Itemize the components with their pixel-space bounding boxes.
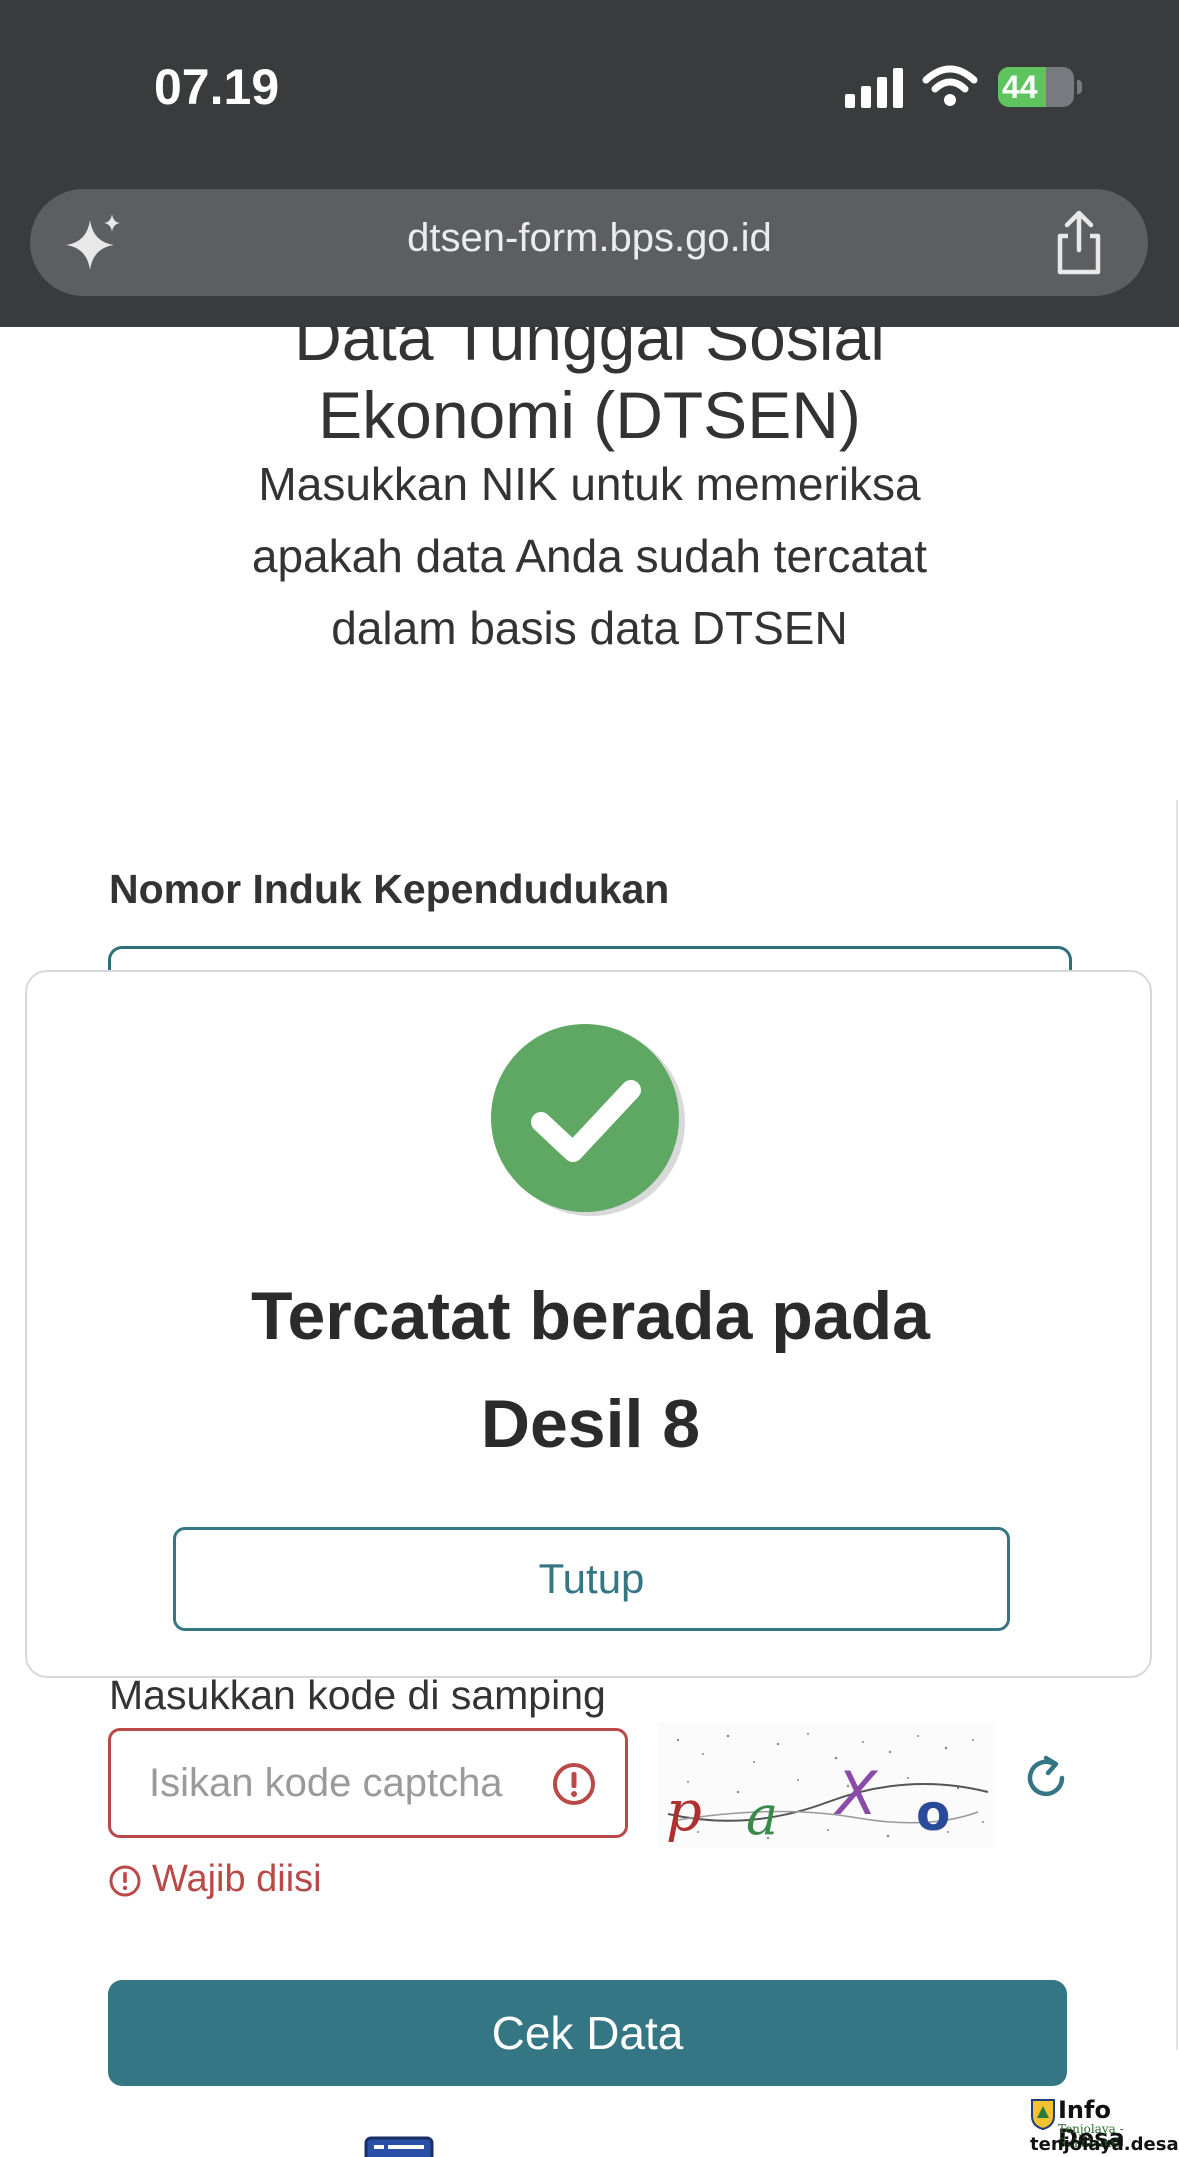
captcha-char-2: a	[746, 1784, 778, 1847]
url-text[interactable]: dtsen-form.bps.go.id	[0, 216, 1179, 261]
subtitle-line1: Masukkan NIK untuk memeriksa	[258, 458, 921, 510]
watermark-url: tenjolaya.desa.id	[1030, 2134, 1179, 2155]
watermark: Info Desa Tenjolaya - Sukabumi tenjolaya…	[1028, 2096, 1179, 2156]
error-icon	[109, 1865, 141, 1897]
captcha-placeholder: Isikan kode captcha	[149, 1761, 503, 1805]
modal-title-line1: Tercatat berada pada	[250, 1278, 930, 1354]
form-icon	[364, 2136, 434, 2157]
wifi-icon	[922, 65, 978, 106]
modal-title: Tercatat berada pada Desil 8	[27, 1262, 1154, 1478]
nik-label: Nomor Induk Kependudukan	[109, 866, 670, 912]
share-icon[interactable]	[1052, 210, 1106, 276]
captcha-error: Wajib diisi	[108, 1858, 322, 1901]
captcha-char-3: X	[833, 1759, 879, 1829]
page-subtitle: Masukkan NIK untuk memeriksa apakah data…	[200, 448, 979, 664]
crest-logo	[1031, 2099, 1055, 2130]
tutup-button[interactable]: Tutup	[173, 1527, 1010, 1631]
success-check-icon	[491, 1024, 685, 1216]
subtitle-line3: dalam basis data DTSEN	[331, 602, 848, 654]
cellular-signal-icon	[845, 68, 903, 108]
result-modal: Tercatat berada pada Desil 8 Tutup	[25, 970, 1152, 1678]
alert-icon	[553, 1763, 595, 1805]
browser-chrome: 07.19 44 dtsen-form.bps.go.id	[0, 0, 1179, 327]
captcha-image: p a X o	[658, 1722, 996, 1848]
captcha-char-1: p	[666, 1779, 702, 1844]
captcha-char-4: o	[916, 1784, 950, 1842]
battery-level: 44	[1002, 69, 1038, 105]
refresh-icon[interactable]	[1020, 1752, 1072, 1804]
captcha-input[interactable]: Isikan kode captcha	[108, 1728, 628, 1838]
status-time: 07.19	[154, 59, 280, 115]
error-text: Wajib diisi	[152, 1858, 322, 1900]
page-title-line2: Ekonomi (DTSEN)	[318, 378, 861, 452]
modal-title-line2: Desil 8	[480, 1386, 701, 1462]
battery-icon: 44	[998, 67, 1074, 107]
divider	[1176, 800, 1178, 2050]
subtitle-line2: apakah data Anda sudah tercatat	[251, 530, 928, 582]
captcha-label: Masukkan kode di samping	[109, 1672, 606, 1718]
cek-data-button[interactable]: Cek Data	[108, 1980, 1067, 2086]
battery-nub	[1077, 80, 1082, 94]
